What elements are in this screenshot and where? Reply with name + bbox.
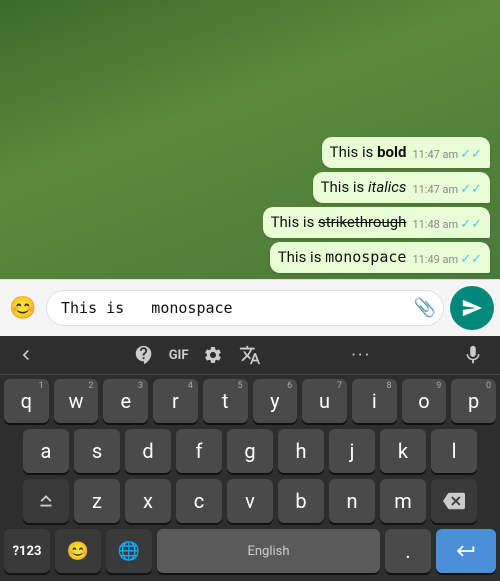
gif-button[interactable]: GIF bbox=[165, 346, 193, 365]
message-bubble-3: This is strikethrough 11:48 am ✓✓ bbox=[263, 207, 490, 238]
keyboard: 1q 2w 3e 4r 5t 6y 7u 8i 9o 0p a s d f g … bbox=[0, 375, 500, 581]
backspace-icon bbox=[443, 490, 465, 512]
key-p[interactable]: 0p bbox=[451, 379, 496, 423]
key-m[interactable]: m bbox=[380, 479, 426, 523]
key-f[interactable]: f bbox=[176, 429, 222, 473]
num-symbol-key[interactable]: ?123 bbox=[4, 529, 50, 573]
read-receipt-3: ✓✓ bbox=[460, 217, 482, 232]
key-row-2: a s d f g h j k l bbox=[4, 429, 496, 473]
back-icon bbox=[16, 345, 36, 365]
message-text-3: This is strikethrough bbox=[271, 212, 407, 233]
key-y[interactable]: 6y bbox=[253, 379, 298, 423]
translate-icon bbox=[239, 344, 261, 366]
globe-key[interactable]: 🌐 bbox=[106, 529, 152, 573]
key-row-3: z x c v b n m bbox=[4, 479, 496, 523]
input-wrapper: 📎 bbox=[46, 290, 444, 326]
key-row-bottom: ?123 😊 🌐 English . bbox=[4, 529, 496, 581]
mic-icon bbox=[462, 344, 484, 366]
enter-icon bbox=[455, 540, 477, 562]
period-key[interactable]: . bbox=[385, 529, 431, 573]
attach-icon[interactable]: 📎 bbox=[414, 298, 436, 319]
key-o[interactable]: 9o bbox=[402, 379, 447, 423]
more-button[interactable]: ··· bbox=[351, 345, 371, 366]
key-q[interactable]: 1q bbox=[4, 379, 49, 423]
send-button[interactable] bbox=[450, 286, 494, 330]
sticker-icon bbox=[133, 344, 155, 366]
message-input[interactable] bbox=[46, 290, 444, 326]
message-time-2: 11:47 am bbox=[412, 183, 458, 196]
space-key[interactable]: English bbox=[157, 529, 380, 573]
message-text-2: This is italics bbox=[321, 177, 407, 198]
message-meta-3: 11:48 am ✓✓ bbox=[412, 217, 482, 232]
keyboard-emoji-key[interactable]: 😊 bbox=[55, 529, 101, 573]
chat-area: This is bold 11:47 am ✓✓ This is italics… bbox=[0, 0, 500, 279]
message-bubble-4: This is monospace 11:49 am ✓✓ bbox=[270, 242, 490, 273]
mic-button[interactable] bbox=[456, 342, 490, 368]
key-t[interactable]: 5t bbox=[203, 379, 248, 423]
key-k[interactable]: k bbox=[380, 429, 426, 473]
message-time-1: 11:47 am bbox=[412, 148, 458, 161]
key-r[interactable]: 4r bbox=[153, 379, 198, 423]
key-j[interactable]: j bbox=[329, 429, 375, 473]
key-a[interactable]: a bbox=[23, 429, 69, 473]
keyboard-emoji-button[interactable] bbox=[127, 342, 161, 368]
message-text-4: This is monospace bbox=[278, 247, 407, 268]
message-text-1: This is bold bbox=[330, 142, 407, 163]
message-bubble-2: This is italics 11:47 am ✓✓ bbox=[313, 172, 490, 203]
key-e[interactable]: 3e bbox=[103, 379, 148, 423]
key-z[interactable]: z bbox=[74, 479, 120, 523]
message-bubble-1: This is bold 11:47 am ✓✓ bbox=[322, 137, 490, 168]
key-row-1: 1q 2w 3e 4r 5t 6y 7u 8i 9o 0p bbox=[4, 379, 496, 423]
key-b[interactable]: b bbox=[278, 479, 324, 523]
key-n[interactable]: n bbox=[329, 479, 375, 523]
key-c[interactable]: c bbox=[176, 479, 222, 523]
toolbar-icon-group: GIF bbox=[127, 342, 267, 368]
key-x[interactable]: x bbox=[125, 479, 171, 523]
send-icon bbox=[461, 297, 483, 319]
key-l[interactable]: l bbox=[431, 429, 477, 473]
keyboard-back-button[interactable] bbox=[10, 343, 42, 367]
emoji-button[interactable]: 😊 bbox=[6, 291, 40, 325]
message-meta-4: 11:49 am ✓✓ bbox=[412, 252, 482, 267]
input-bar: 😊 📎 bbox=[0, 279, 500, 336]
key-u[interactable]: 7u bbox=[302, 379, 347, 423]
key-s[interactable]: s bbox=[74, 429, 120, 473]
key-g[interactable]: g bbox=[227, 429, 273, 473]
key-d[interactable]: d bbox=[125, 429, 171, 473]
message-meta-1: 11:47 am ✓✓ bbox=[412, 147, 482, 162]
settings-button[interactable] bbox=[197, 343, 229, 367]
backspace-key[interactable] bbox=[431, 479, 477, 523]
key-h[interactable]: h bbox=[278, 429, 324, 473]
key-v[interactable]: v bbox=[227, 479, 273, 523]
translate-button[interactable] bbox=[233, 342, 267, 368]
read-receipt-1: ✓✓ bbox=[460, 147, 482, 162]
message-meta-2: 11:47 am ✓✓ bbox=[412, 182, 482, 197]
message-time-4: 11:49 am bbox=[412, 253, 458, 266]
shift-icon bbox=[35, 490, 57, 512]
key-w[interactable]: 2w bbox=[54, 379, 99, 423]
message-time-3: 11:48 am bbox=[412, 218, 458, 231]
read-receipt-2: ✓✓ bbox=[460, 182, 482, 197]
key-i[interactable]: 8i bbox=[352, 379, 397, 423]
settings-icon bbox=[203, 345, 223, 365]
space-label: English bbox=[247, 544, 289, 559]
read-receipt-4: ✓✓ bbox=[460, 252, 482, 267]
shift-key[interactable] bbox=[23, 479, 69, 523]
enter-key[interactable] bbox=[436, 529, 496, 573]
keyboard-toolbar: GIF ··· bbox=[0, 336, 500, 375]
